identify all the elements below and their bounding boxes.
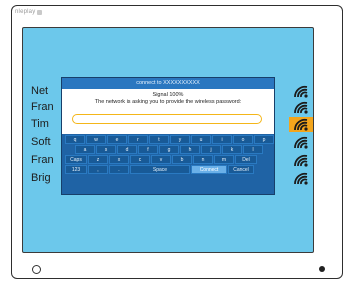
keyboard-row2: asdfghjkl	[62, 145, 274, 154]
key-n[interactable]: n	[193, 155, 213, 164]
key-comma[interactable]: ,	[88, 165, 108, 174]
wifi-signal-icon	[294, 118, 308, 131]
key-o[interactable]: o	[233, 135, 253, 144]
keyboard-row4: 123,. Space Connect Cancel	[62, 165, 274, 174]
brand-mark-icon	[37, 9, 43, 15]
key-space[interactable]: Space	[130, 165, 190, 174]
key-w[interactable]: w	[86, 135, 106, 144]
key-u[interactable]: u	[191, 135, 211, 144]
dialog-title: connect to XXXXXXXXXX	[62, 78, 274, 89]
key-t[interactable]: t	[149, 135, 169, 144]
key-z[interactable]: z	[88, 155, 108, 164]
key-l[interactable]: l	[243, 145, 263, 154]
key-f[interactable]: f	[138, 145, 158, 154]
key-a[interactable]: a	[75, 145, 95, 154]
key-p[interactable]: p	[254, 135, 274, 144]
key-x[interactable]: x	[109, 155, 129, 164]
camera-dot	[319, 266, 325, 272]
key-v[interactable]: v	[151, 155, 171, 164]
key-m[interactable]: m	[214, 155, 234, 164]
brand-label: nleplay	[15, 9, 36, 15]
wifi-signal-icon	[294, 154, 308, 167]
key-e[interactable]: e	[107, 135, 127, 144]
key-caps[interactable]: Caps	[65, 155, 87, 164]
password-prompt: The network is asking you to provide the…	[94, 99, 242, 105]
connect-button[interactable]: Connect	[191, 165, 227, 174]
key-y[interactable]: y	[170, 135, 190, 144]
network-name: Tim	[31, 118, 49, 130]
cancel-button[interactable]: Cancel	[228, 165, 254, 174]
key-h[interactable]: h	[180, 145, 200, 154]
network-name: Fran	[31, 154, 54, 166]
key-period[interactable]: .	[109, 165, 129, 174]
key-q[interactable]: q	[65, 135, 85, 144]
dialog-body: Signal 100% The network is asking you to…	[62, 89, 274, 134]
network-name: Soft	[31, 136, 51, 148]
key-123[interactable]: 123	[65, 165, 87, 174]
wifi-signal-icon	[294, 136, 308, 149]
brand-logo: nleplay	[15, 9, 43, 15]
key-g[interactable]: g	[159, 145, 179, 154]
key-d[interactable]: d	[117, 145, 137, 154]
password-input[interactable]	[72, 114, 262, 124]
key-i[interactable]: i	[212, 135, 232, 144]
wifi-signal-icon	[294, 85, 308, 98]
key-r[interactable]: r	[128, 135, 148, 144]
key-j[interactable]: j	[201, 145, 221, 154]
key-k[interactable]: k	[222, 145, 242, 154]
wifi-password-dialog: connect to XXXXXXXXXX Signal 100% The ne…	[61, 77, 275, 195]
key-c[interactable]: c	[130, 155, 150, 164]
key-s[interactable]: s	[96, 145, 116, 154]
keyboard-row1: qwertyuiop	[62, 135, 274, 144]
network-name: Brig	[31, 172, 51, 184]
network-name: Fran	[31, 101, 54, 113]
signal-strength: Signal 100%	[152, 92, 184, 98]
key-b[interactable]: b	[172, 155, 192, 164]
home-button[interactable]	[32, 265, 41, 274]
wifi-signal-icon	[294, 172, 308, 185]
network-name: Net	[31, 85, 49, 97]
wifi-signal-icon	[294, 101, 308, 114]
screen: Net Fran Tim Soft Fran Brig connect to XXXXXX…	[22, 27, 314, 253]
key-del[interactable]: Del	[235, 155, 257, 164]
keyboard-row3: Caps z x c v b n m Del	[62, 155, 274, 164]
